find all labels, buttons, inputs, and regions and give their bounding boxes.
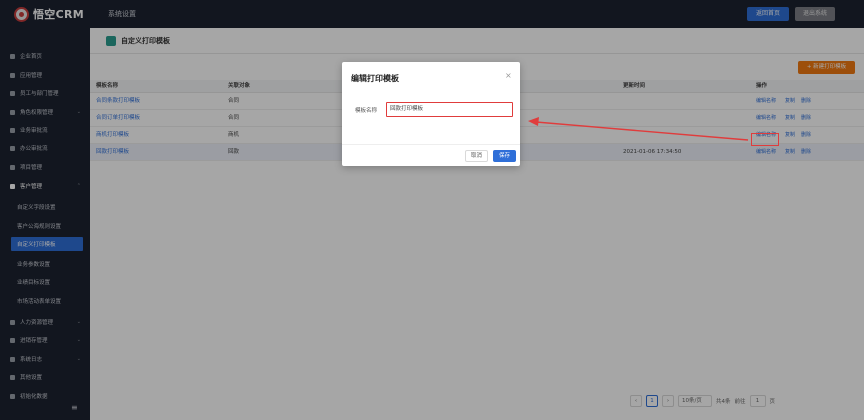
cancel-button[interactable]: 取消 [465, 150, 488, 162]
edit-template-dialog: 编辑打印模板 × 模板名称 回款打印模板 取消 保存 [342, 62, 520, 166]
close-icon[interactable]: × [505, 71, 512, 80]
template-name-input[interactable]: 回款打印模板 [386, 102, 513, 117]
save-button[interactable]: 保存 [493, 150, 516, 162]
dialog-footer: 取消 保存 [342, 144, 520, 166]
template-name-label: 模板名称 [355, 108, 378, 114]
dialog-title: 编辑打印模板 [351, 74, 399, 83]
highlight-box [751, 133, 779, 146]
